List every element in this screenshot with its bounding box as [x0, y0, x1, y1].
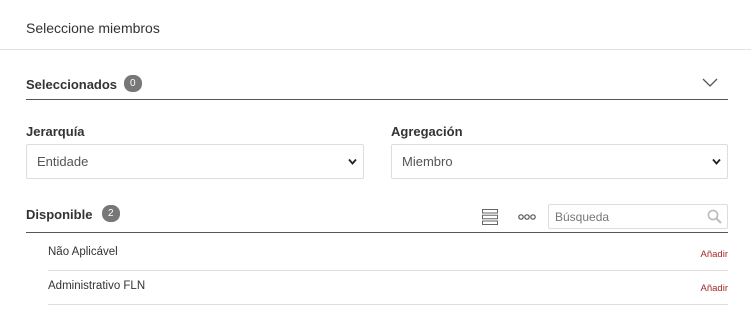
aggregation-select[interactable]: Miembro	[391, 144, 728, 179]
selected-section-header[interactable]: Seleccionados 0	[26, 70, 728, 100]
chevron-down-icon[interactable]	[702, 76, 718, 88]
dialog-header: Seleccione miembros	[0, 0, 751, 50]
caret-down-icon	[348, 158, 357, 165]
hierarchy-selected-value: Entidade	[37, 154, 89, 169]
hierarchy-label: Jerarquía	[26, 124, 85, 139]
member-name: Não Aplicável	[48, 246, 118, 258]
list-view-icon[interactable]	[482, 209, 498, 225]
hierarchy-select[interactable]: Entidade	[26, 144, 364, 179]
available-count-badge: 2	[102, 205, 120, 222]
list-item: Não Aplicável Añadir	[48, 237, 728, 271]
member-name: Administrativo FLN	[48, 280, 146, 292]
aggregation-label: Agregación	[391, 124, 463, 139]
aggregation-selected-value: Miembro	[402, 154, 453, 169]
caret-down-icon	[712, 158, 721, 165]
dialog-title: Seleccione miembros	[26, 20, 160, 36]
selected-label: Seleccionados	[26, 77, 118, 92]
available-label: Disponible	[26, 207, 93, 222]
add-member-link[interactable]: Añadir	[701, 283, 728, 294]
list-item: Administrativo FLN Añadir	[48, 271, 728, 305]
search-input[interactable]	[555, 209, 700, 225]
selected-count-badge: 0	[124, 75, 142, 92]
search-field[interactable]	[548, 204, 728, 229]
more-options-icon[interactable]	[518, 213, 536, 221]
add-member-link[interactable]: Añadir	[701, 249, 728, 260]
available-section-header: Disponible 2	[26, 202, 728, 233]
search-icon[interactable]	[707, 209, 722, 224]
